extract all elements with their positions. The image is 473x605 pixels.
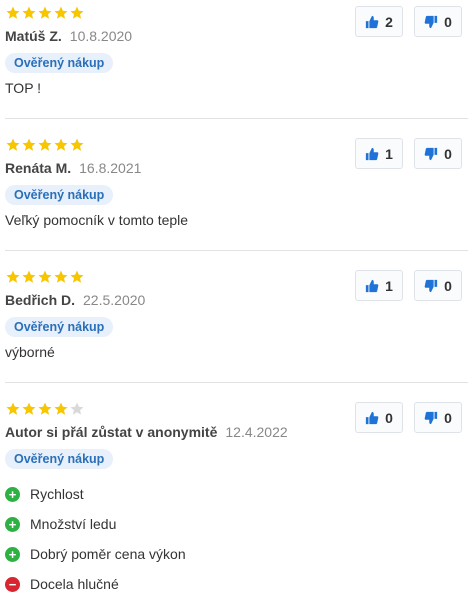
thumbs-down-icon	[424, 411, 438, 424]
star-filled-icon	[54, 138, 68, 151]
review-meta: Bedřich D. 22.5.2020	[5, 292, 145, 308]
like-button[interactable]: 2	[355, 6, 403, 37]
star-rating	[6, 138, 84, 152]
review-date: 12.4.2022	[225, 424, 288, 440]
star-filled-icon	[22, 6, 36, 19]
star-filled-icon	[6, 270, 20, 283]
divider	[5, 118, 468, 119]
star-filled-icon	[54, 270, 68, 283]
dislike-button[interactable]: 0	[414, 270, 462, 301]
star-filled-icon	[22, 270, 36, 283]
review-meta: Matúš Z. 10.8.2020	[5, 28, 132, 44]
review-meta: Renáta M. 16.8.2021	[5, 160, 141, 176]
star-filled-icon	[38, 270, 52, 283]
verified-purchase-badge: Ověřený nákup	[5, 449, 114, 469]
star-rating	[6, 270, 84, 284]
review-date: 22.5.2020	[83, 292, 146, 308]
star-filled-icon	[6, 402, 20, 415]
dislike-count: 0	[444, 277, 452, 294]
star-filled-icon	[6, 6, 20, 19]
verified-purchase-badge: Ověřený nákup	[5, 53, 114, 73]
thumbs-down-icon	[424, 279, 438, 292]
star-filled-icon	[22, 138, 36, 151]
dislike-count: 0	[444, 13, 452, 30]
dislike-count: 0	[444, 145, 452, 162]
review-author: Matúš Z.	[5, 28, 62, 44]
minus-circle-icon: −	[5, 576, 20, 592]
review-date: 16.8.2021	[79, 160, 142, 176]
con-item: − Docela hlučné	[5, 576, 119, 592]
like-count: 1	[385, 145, 393, 162]
star-empty-icon	[70, 402, 84, 415]
plus-circle-icon: +	[5, 516, 20, 532]
pro-item: + Dobrý poměr cena výkon	[5, 546, 186, 562]
plus-circle-icon: +	[5, 546, 20, 562]
thumbs-down-icon	[424, 15, 438, 28]
dislike-count: 0	[444, 409, 452, 426]
thumbs-up-icon	[365, 411, 379, 424]
divider	[5, 382, 468, 383]
pro-text: Množství ledu	[30, 516, 117, 532]
dislike-button[interactable]: 0	[414, 6, 462, 37]
pro-item: + Rychlost	[5, 486, 84, 502]
dislike-button[interactable]: 0	[414, 402, 462, 433]
divider	[5, 250, 468, 251]
pro-item: + Množství ledu	[5, 516, 116, 532]
star-rating	[6, 6, 84, 20]
star-filled-icon	[70, 6, 84, 19]
star-filled-icon	[70, 138, 84, 151]
star-filled-icon	[54, 402, 68, 415]
review-author: Autor si přál zůstat v anonymitě	[5, 424, 218, 440]
thumbs-up-icon	[365, 279, 379, 292]
star-filled-icon	[6, 138, 20, 151]
thumbs-up-icon	[365, 15, 379, 28]
review-date: 10.8.2020	[69, 28, 133, 44]
dislike-button[interactable]: 0	[414, 138, 462, 169]
star-filled-icon	[38, 138, 52, 151]
like-button[interactable]: 1	[355, 138, 403, 169]
review-meta: Autor si přál zůstat v anonymitě 12.4.202…	[5, 424, 288, 440]
con-text: Docela hlučné	[30, 576, 119, 592]
pro-text: Dobrý poměr cena výkon	[30, 546, 186, 562]
thumbs-down-icon	[424, 147, 438, 160]
star-filled-icon	[22, 402, 36, 415]
star-filled-icon	[70, 270, 84, 283]
review-author: Renáta M.	[5, 160, 72, 176]
thumbs-up-icon	[365, 147, 379, 160]
review-text: výborné	[5, 344, 55, 360]
like-button[interactable]: 0	[355, 402, 403, 433]
star-filled-icon	[38, 402, 52, 415]
star-filled-icon	[54, 6, 68, 19]
like-count: 1	[385, 277, 393, 294]
review-text: TOP !	[5, 80, 42, 96]
plus-circle-icon: +	[5, 486, 20, 502]
star-filled-icon	[38, 6, 52, 19]
like-button[interactable]: 1	[355, 270, 403, 301]
review-text: Veľký pomocník v tomto teple	[5, 212, 189, 228]
like-count: 2	[385, 13, 393, 30]
like-count: 0	[385, 409, 393, 426]
review-author: Bedřich D.	[5, 292, 76, 308]
pro-text: Rychlost	[30, 486, 84, 502]
verified-purchase-badge: Ověřený nákup	[5, 185, 114, 205]
star-rating	[6, 402, 84, 416]
verified-purchase-badge: Ověřený nákup	[5, 317, 114, 337]
